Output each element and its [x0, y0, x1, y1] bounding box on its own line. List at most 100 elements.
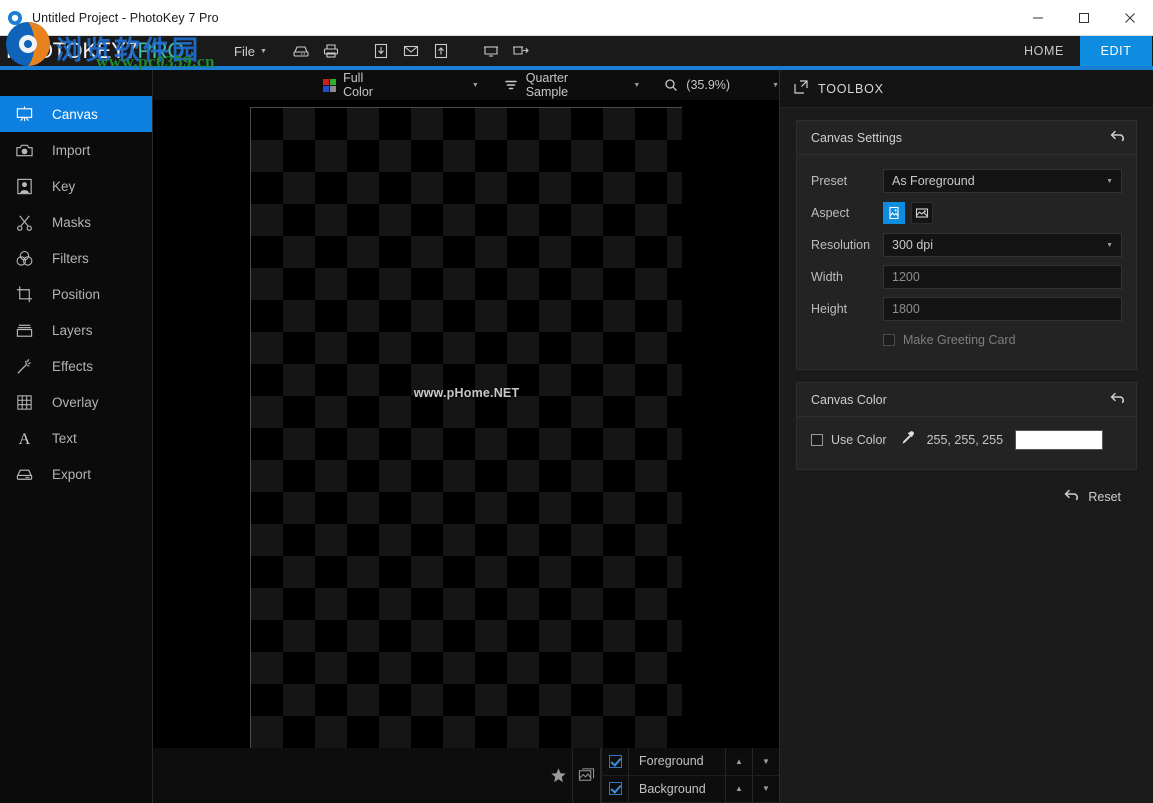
magic-wand-icon [10, 352, 38, 380]
sidebar-item-layers[interactable]: Layers [0, 312, 152, 348]
photokey-app-icon [0, 0, 30, 36]
use-color-label: Use Color [831, 433, 887, 447]
display-send-icon[interactable] [507, 37, 535, 65]
chevron-down-icon: ▼ [392, 82, 479, 89]
drive-icon [10, 460, 38, 488]
aspect-label: Aspect [811, 206, 883, 220]
file-menu[interactable]: File ▼ [222, 36, 279, 66]
sidebar-item-overlay[interactable]: Overlay [0, 384, 152, 420]
checkbox-box [811, 434, 823, 446]
resolution-row: Resolution 300 dpi ▼ [811, 229, 1122, 261]
image-portrait-icon[interactable] [883, 202, 905, 224]
sidebar-item-label: Text [52, 431, 77, 446]
make-greeting-card-label: Make Greeting Card [903, 333, 1016, 347]
reset-arrow-icon[interactable] [1110, 129, 1126, 146]
zoom-dropdown[interactable]: (35.9%) ▼ [660, 70, 779, 100]
height-row: Height 1800 [811, 293, 1122, 325]
sidebar-item-key[interactable]: Key [0, 168, 152, 204]
canvas-work-area[interactable]: www.pHome.NET [153, 100, 779, 748]
layer-move-up-button[interactable]: ▲ [725, 748, 752, 775]
text-a-icon: A [10, 424, 38, 452]
canvas-color-panel: Canvas Color Use Color [796, 382, 1137, 470]
resolution-dropdown[interactable]: 300 dpi ▼ [883, 233, 1122, 257]
layer-move-down-button[interactable]: ▼ [752, 748, 779, 775]
layer-move-up-button[interactable]: ▲ [725, 776, 752, 803]
canvas-color-title: Canvas Color [811, 393, 887, 407]
sidebar-item-effects[interactable]: Effects [0, 348, 152, 384]
layer-row-background[interactable]: Background ▲ ▼ [601, 776, 779, 803]
display-icon[interactable] [477, 37, 505, 65]
layer-row-foreground[interactable]: Foreground ▲ ▼ [601, 748, 779, 776]
layers-icon [10, 316, 38, 344]
layer-move-down-button[interactable]: ▼ [752, 776, 779, 803]
preset-row: Preset As Foreground ▼ [811, 165, 1122, 197]
file-menu-label: File [234, 44, 255, 59]
sidebar-item-export[interactable]: Export [0, 456, 152, 492]
reset-arrow-icon[interactable] [1110, 391, 1126, 408]
save-download-icon[interactable] [367, 37, 395, 65]
tab-edit[interactable]: EDIT [1080, 36, 1152, 66]
sidebar-item-filters[interactable]: Filters [0, 240, 152, 276]
height-label: Height [811, 302, 883, 316]
svg-text:A: A [18, 431, 30, 448]
use-color-checkbox[interactable]: Use Color [811, 433, 887, 447]
reset-button[interactable]: Reset [780, 470, 1153, 505]
resolution-value: 300 dpi [892, 238, 933, 252]
reset-label: Reset [1088, 490, 1121, 504]
chevron-down-icon: ▼ [609, 82, 640, 89]
mode-tabs: HOME EDIT [1008, 36, 1153, 66]
color-mode-dropdown[interactable]: Full Color ▼ [319, 70, 479, 100]
width-label: Width [811, 270, 883, 284]
app-logo: PHOTOKEY7PRO [0, 36, 222, 66]
eyedropper-icon[interactable] [899, 430, 915, 451]
header-toolbar [287, 37, 535, 65]
email-icon[interactable] [397, 37, 425, 65]
sidebar-item-masks[interactable]: Masks [0, 204, 152, 240]
width-value: 1200 [892, 270, 920, 284]
width-input[interactable]: 1200 [883, 265, 1122, 289]
sidebar-item-text[interactable]: A Text [0, 420, 152, 456]
close-button[interactable] [1107, 0, 1153, 36]
share-upload-icon[interactable] [427, 37, 455, 65]
sidebar-item-label: Masks [52, 215, 91, 230]
canvas-icon [10, 100, 38, 128]
color-swatch[interactable] [1015, 430, 1103, 450]
make-greeting-card-checkbox[interactable]: Make Greeting Card [883, 333, 1016, 347]
popout-icon[interactable] [794, 80, 808, 97]
canvas-settings-title: Canvas Settings [811, 131, 902, 145]
canvas-document[interactable]: www.pHome.NET [250, 107, 682, 751]
layer-name: Foreground [629, 754, 725, 768]
printer-icon[interactable] [317, 37, 345, 65]
sidebar-item-label: Overlay [52, 395, 99, 410]
layer-visibility-checkbox[interactable] [601, 748, 629, 775]
tab-home[interactable]: HOME [1008, 36, 1080, 66]
chevron-down-icon: ▼ [1106, 242, 1113, 249]
sidebar-item-label: Filters [52, 251, 89, 266]
sidebar-item-position[interactable]: Position [0, 276, 152, 312]
canvas-color-row: Use Color 255, 255, 255 [811, 423, 1122, 457]
height-value: 1800 [892, 302, 920, 316]
portrait-icon [10, 172, 38, 200]
maximize-button[interactable] [1061, 0, 1107, 36]
canvas-settings-body: Preset As Foreground ▼ Aspect [797, 155, 1136, 369]
canvas-color-header: Canvas Color [797, 383, 1136, 417]
photokey-application-window: Untitled Project - PhotoKey 7 Pro PHOTOK… [0, 0, 1153, 803]
chevron-down-icon: ▼ [260, 48, 267, 55]
camera-icon [10, 136, 38, 164]
preset-dropdown[interactable]: As Foreground ▼ [883, 169, 1122, 193]
photos-icon[interactable] [573, 748, 601, 803]
scissors-icon [10, 208, 38, 236]
filter-icon [501, 78, 522, 92]
star-icon[interactable] [545, 748, 573, 803]
sample-dropdown[interactable]: Quarter Sample ▼ [501, 70, 640, 100]
height-input[interactable]: 1800 [883, 297, 1122, 321]
image-landscape-icon[interactable] [911, 202, 933, 224]
scanner-icon[interactable] [287, 37, 315, 65]
layer-visibility-checkbox[interactable] [601, 776, 629, 803]
toolbox-panel: TOOLBOX Canvas Settings Preset As Foregr… [779, 70, 1153, 803]
sidebar-item-canvas[interactable]: Canvas [0, 96, 152, 132]
sidebar-item-import[interactable]: Import [0, 132, 152, 168]
sidebar-item-label: Position [52, 287, 100, 302]
minimize-button[interactable] [1015, 0, 1061, 36]
canvas-toolbar: Full Color ▼ Quarter Sample ▼ (35.9%) ▼ [153, 70, 779, 100]
